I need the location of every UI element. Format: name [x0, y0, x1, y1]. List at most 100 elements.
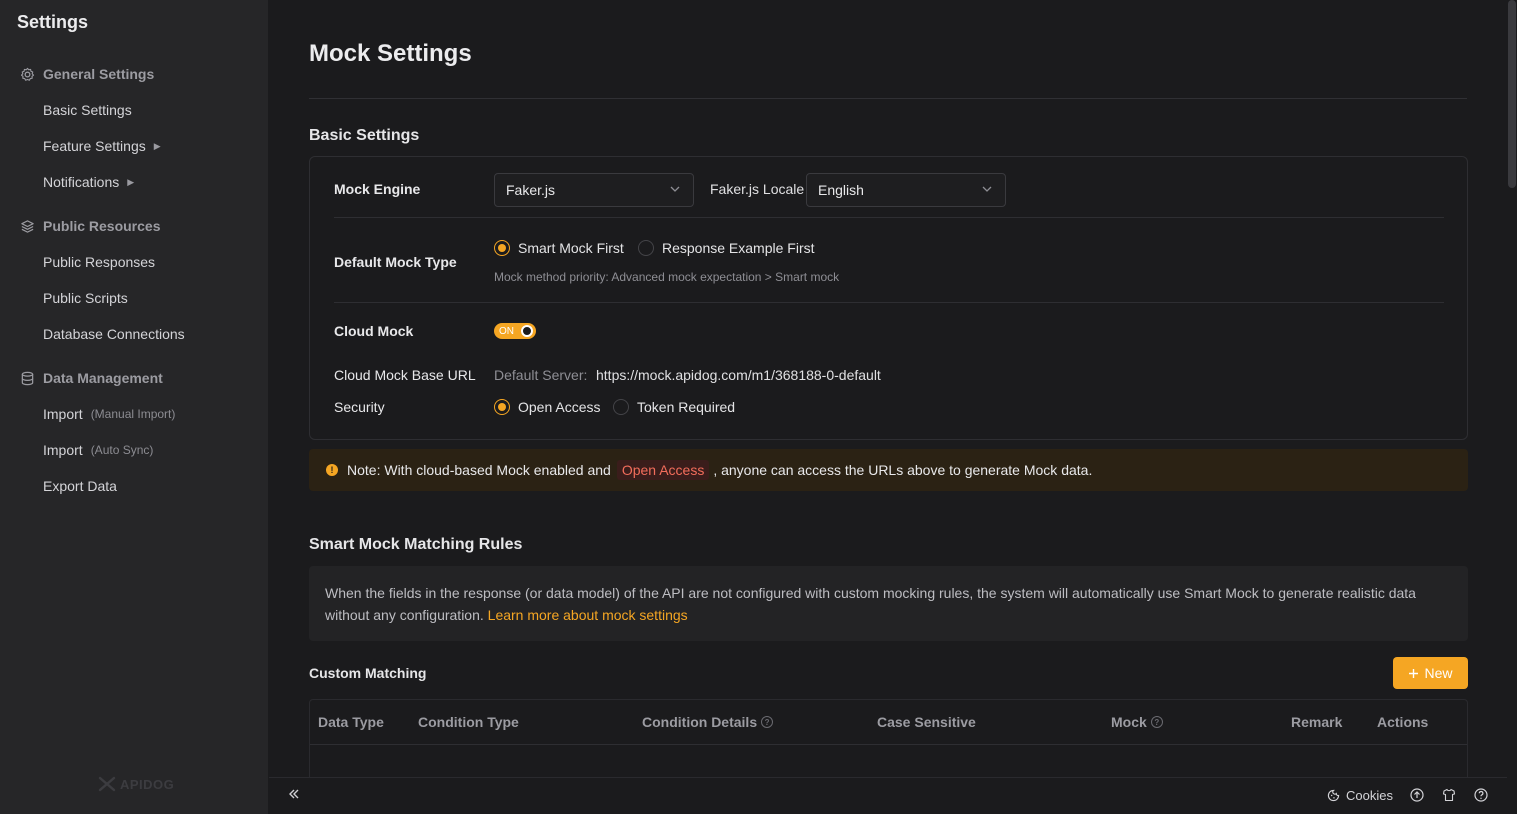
column-label: Remark	[1291, 714, 1343, 730]
sidebar-item-sublabel: (Manual Import)	[90, 407, 176, 421]
new-button[interactable]: New	[1393, 657, 1468, 689]
cookies-label: Cookies	[1346, 787, 1393, 803]
page-title: Mock Settings	[309, 40, 472, 67]
column-header-case-sensitive: Case Sensitive	[877, 714, 976, 730]
cloud-mock-toggle[interactable]: ON	[494, 323, 536, 339]
security-label: Security	[334, 399, 385, 415]
radio-label: Smart Mock First	[518, 240, 624, 256]
custom-matching-title: Custom Matching	[309, 665, 427, 681]
nav-group-label: General Settings	[43, 66, 155, 82]
database-icon	[19, 370, 35, 386]
column-header-remark: Remark	[1291, 714, 1342, 730]
sidebar-item-export-data[interactable]: Export Data	[0, 468, 268, 504]
sidebar-item-database-connections[interactable]: Database Connections	[0, 316, 268, 352]
apidog-logo-icon	[98, 776, 116, 792]
plus-icon	[1409, 668, 1419, 678]
cloud-mock-label: Cloud Mock	[334, 323, 414, 339]
radio-response-example-first[interactable]: Response Example First	[638, 240, 815, 256]
sidebar-item-label: Public Scripts	[43, 290, 128, 306]
default-mock-type-label: Default Mock Type	[334, 254, 457, 270]
learn-more-link[interactable]: Learn more about mock settings	[488, 607, 688, 623]
sidebar-item-import-auto[interactable]: Import (Auto Sync)	[0, 432, 268, 468]
question-circle-icon[interactable]: ?	[761, 716, 774, 728]
scrollbar-thumb[interactable]	[1508, 0, 1516, 188]
radio-token-required[interactable]: Token Required	[613, 399, 735, 415]
upload-icon[interactable]	[1409, 787, 1425, 803]
sidebar-item-notifications[interactable]: Notifications ▶	[0, 164, 268, 200]
sidebar-item-label: Import	[43, 406, 83, 422]
locale-select[interactable]: English	[806, 173, 1006, 207]
title-divider	[309, 98, 1467, 99]
sidebar-item-label: Public Responses	[43, 254, 156, 270]
radio-label: Response Example First	[662, 240, 815, 256]
sidebar-item-feature-settings[interactable]: Feature Settings ▶	[0, 128, 268, 164]
sidebar-item-label: Import	[43, 442, 83, 458]
section-title-smart-mock: Smart Mock Matching Rules	[309, 536, 523, 553]
nav-group-label: Public Resources	[43, 218, 161, 234]
radio-open-access[interactable]: Open Access	[494, 399, 601, 415]
layers-icon	[19, 218, 35, 234]
sidebar-item-label: Basic Settings	[43, 102, 132, 118]
locale-value: English	[818, 182, 864, 198]
open-access-tag: Open Access	[616, 460, 710, 480]
apidog-logo: APIDOG	[98, 776, 174, 792]
column-header-condition-type: Condition Type	[418, 714, 519, 730]
default-server-label: Default Server:	[494, 367, 588, 383]
row-divider	[334, 302, 1444, 303]
column-label: Condition Type	[418, 714, 519, 730]
radio-unchecked-icon	[638, 240, 654, 256]
mock-engine-label: Mock Engine	[334, 181, 421, 197]
question-circle-icon[interactable]: ?	[1150, 716, 1163, 728]
settings-app: Settings General Settings Basic Settings…	[0, 0, 1517, 814]
sidebar-title: Settings	[17, 12, 89, 32]
gear-icon	[19, 66, 35, 82]
column-header-mock: Mock?	[1111, 714, 1163, 730]
sidebar-item-label: Database Connections	[43, 326, 185, 342]
open-access-note: ! Note: With cloud-based Mock enabled an…	[309, 449, 1468, 491]
mock-engine-select[interactable]: Faker.js	[494, 173, 694, 207]
main-content: Mock Settings Basic Settings Mock Engine…	[269, 0, 1507, 777]
sidebar-item-public-scripts[interactable]: Public Scripts	[0, 280, 268, 316]
chevron-down-icon	[982, 186, 992, 192]
caret-right-icon: ▶	[153, 140, 161, 151]
nav-group-general-settings[interactable]: General Settings	[0, 56, 268, 92]
smart-mock-description: When the fields in the response (or data…	[309, 566, 1468, 641]
radio-label: Token Required	[637, 399, 736, 415]
sidebar-item-public-responses[interactable]: Public Responses	[0, 244, 268, 280]
column-label: Actions	[1377, 714, 1429, 730]
nav-group-data-management[interactable]: Data Management	[0, 360, 268, 396]
sidebar-item-label: Export Data	[43, 478, 117, 494]
radio-smart-mock-first[interactable]: Smart Mock First	[494, 240, 624, 256]
note-text-before: Note: With cloud-based Mock enabled and	[347, 462, 611, 478]
shirt-icon[interactable]	[1441, 787, 1457, 803]
sidebar-item-label: Notifications	[43, 174, 120, 190]
row-divider	[334, 217, 1444, 218]
cookies-button[interactable]: Cookies	[1325, 787, 1393, 803]
column-header-data-type: Data Type	[318, 714, 384, 730]
column-label: Condition Details	[642, 714, 758, 730]
basic-settings-card: Mock Engine Faker.js Faker.js Locale Eng…	[309, 156, 1468, 440]
collapse-icon[interactable]	[287, 787, 301, 806]
help-icon[interactable]	[1473, 787, 1489, 803]
bottom-bar: Cookies	[269, 777, 1507, 814]
column-label: Data Type	[318, 714, 384, 730]
mock-engine-value: Faker.js	[506, 182, 556, 198]
sidebar-item-basic-settings[interactable]: Basic Settings	[0, 92, 268, 128]
caret-right-icon: ▶	[127, 176, 135, 187]
column-header-actions: Actions	[1377, 714, 1428, 730]
new-button-label: New	[1424, 665, 1453, 681]
nav-group-public-resources[interactable]: Public Resources	[0, 208, 268, 244]
toggle-knob	[521, 325, 533, 337]
base-url-value[interactable]: https://mock.apidog.com/m1/368188-0-defa…	[596, 367, 881, 383]
radio-label: Open Access	[518, 399, 601, 415]
cookie-icon	[1325, 787, 1341, 803]
toggle-text: ON	[499, 325, 514, 337]
bottom-bar-actions: Cookies	[1325, 787, 1489, 803]
nav-group-general: General Settings Basic Settings Feature …	[0, 56, 268, 200]
section-title-basic: Basic Settings	[309, 127, 420, 144]
brand-text: APIDOG	[120, 776, 175, 792]
chevron-down-icon	[670, 186, 680, 192]
column-label: Case Sensitive	[877, 714, 976, 730]
sidebar-item-import-manual[interactable]: Import (Manual Import)	[0, 396, 268, 432]
custom-matching-table: Data Type Condition Type Condition Detai…	[309, 699, 1468, 777]
